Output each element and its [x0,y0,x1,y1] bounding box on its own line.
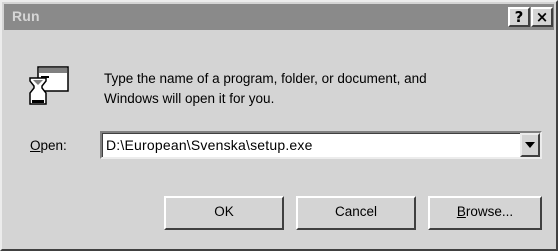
title-bar[interactable]: Run ? × [4,4,554,30]
browse-label: rowse... [465,204,514,219]
description-line-1: Type the name of a program, folder, or d… [104,71,427,86]
description: Type the name of a program, folder, or d… [104,69,524,109]
open-label-mnemonic: O [30,138,41,153]
cancel-button[interactable]: Cancel [296,196,416,230]
browse-mnemonic: B [456,204,466,219]
run-icon [29,66,69,105]
close-button[interactable]: × [531,7,553,27]
dropdown-button[interactable] [520,133,540,157]
open-label-text: pen: [40,138,67,153]
description-line-2: Windows will open it for you. [104,91,275,106]
browse-button[interactable]: Browse... [428,196,542,230]
ok-button[interactable]: OK [164,196,284,230]
open-combobox[interactable]: D:\European\Svenska\setup.exe [100,131,542,159]
help-icon: ? [514,8,524,26]
open-input[interactable]: D:\European\Svenska\setup.exe [106,137,313,153]
window-title: Run [12,8,40,24]
chevron-down-icon [525,142,535,148]
close-icon: × [535,8,549,26]
help-button[interactable]: ? [508,7,530,27]
open-label: Open: [30,138,67,153]
